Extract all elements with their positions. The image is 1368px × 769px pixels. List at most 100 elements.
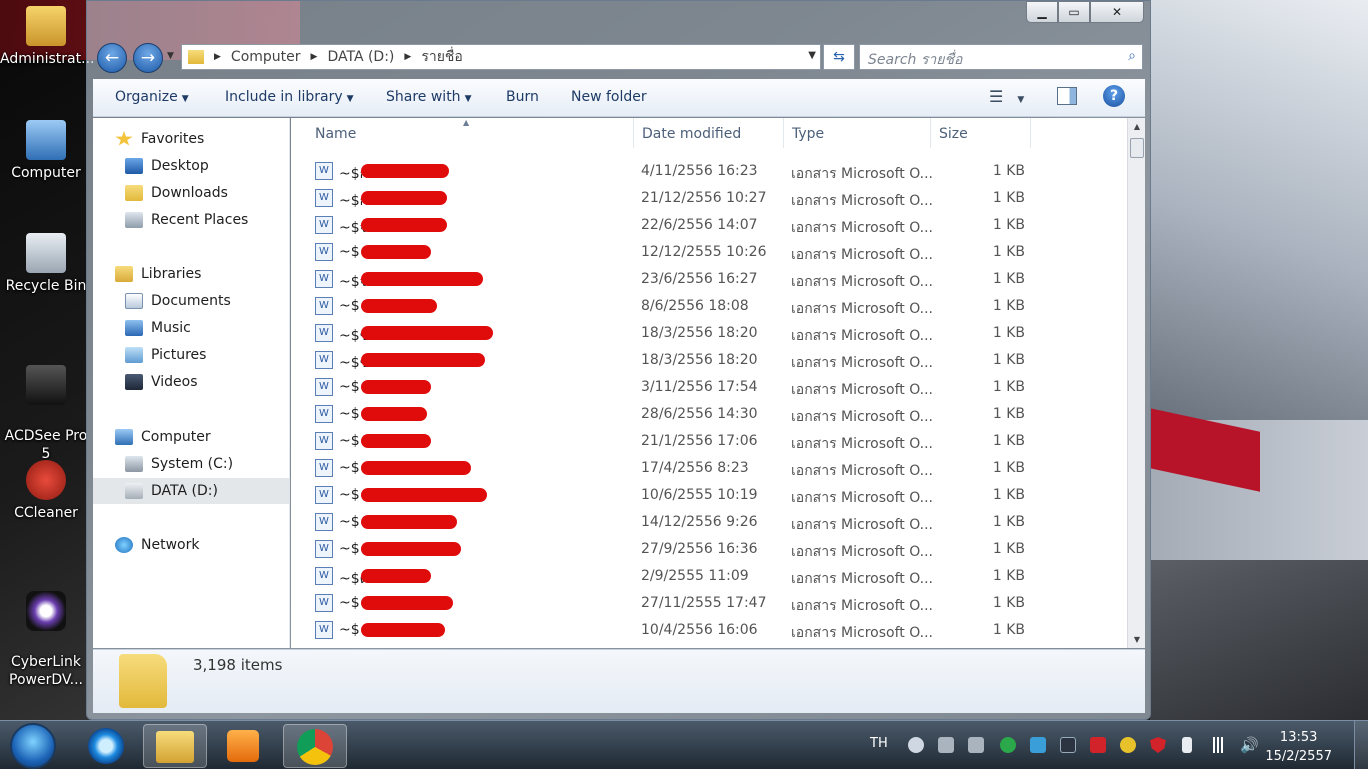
word-document-icon: W: [315, 270, 333, 288]
taskbar-media-player[interactable]: [211, 724, 275, 768]
desktop-icon-recycle-bin[interactable]: Recycle Bin: [0, 233, 92, 295]
file-name: ~$: [339, 460, 360, 476]
burn-button[interactable]: Burn: [506, 89, 539, 105]
organize-button[interactable]: Organize ▼: [115, 89, 189, 105]
file-row[interactable]: W ~$ 17/4/2556 8:23 เอกสาร Microsoft O... 1 …: [291, 455, 1127, 482]
file-row[interactable]: W ~$ 27/11/2555 17:47 เอกสาร Microsoft O...…: [291, 590, 1127, 617]
forward-button[interactable]: →: [133, 43, 163, 73]
nav-network[interactable]: Network: [115, 532, 311, 558]
word-document-icon: W: [315, 243, 333, 261]
taskbar-windows-explorer[interactable]: [143, 724, 207, 768]
volume-icon[interactable]: 🔊: [1240, 736, 1259, 754]
scroll-thumb[interactable]: [1130, 138, 1144, 158]
help-button[interactable]: ?: [1103, 85, 1125, 107]
file-row[interactable]: W ~$ต 2/9/2555 11:09 เอกสาร Microsoft O... 1…: [291, 563, 1127, 590]
address-bar[interactable]: ▶ Computer ▶ DATA (D:) ▶ รายชื่อ ▼: [181, 44, 821, 70]
clock[interactable]: 13:53 15/2/2557: [1265, 728, 1332, 766]
file-row[interactable]: W ~$ก 21/12/2556 10:27 เอกสาร Microsoft O..…: [291, 185, 1127, 212]
safely-remove-icon[interactable]: [938, 737, 954, 753]
vertical-scrollbar[interactable]: ▲ ▼: [1127, 118, 1145, 648]
sync-icon[interactable]: [1030, 737, 1046, 753]
battery-icon[interactable]: [1182, 737, 1192, 753]
file-row[interactable]: W ~$ 14/12/2556 9:26 เอกสาร Microsoft O... 1…: [291, 509, 1127, 536]
search-icon[interactable]: ⌕: [1128, 48, 1136, 64]
breadcrumb-current-folder[interactable]: รายชื่อ: [421, 46, 463, 68]
desktop-icon-acdsee[interactable]: ACDSee Pro 5: [0, 347, 92, 463]
preview-pane-button[interactable]: [1057, 87, 1077, 105]
file-row[interactable]: W ~$ก 4/11/2556 16:23 เอกสาร Microsoft O...…: [291, 158, 1127, 185]
desktop-icon-administrator[interactable]: Administrat...: [0, 6, 94, 68]
new-folder-button[interactable]: New folder: [571, 89, 647, 105]
file-row[interactable]: W ~$ 10/4/2556 16:06 เอกสาร Microsoft O... 1…: [291, 617, 1127, 644]
minimize-button[interactable]: ▁: [1026, 1, 1058, 23]
libraries-icon: [115, 266, 133, 282]
file-row[interactable]: W ~$ 3/11/2556 17:54 เอกสาร Microsoft O... 1…: [291, 374, 1127, 401]
file-row[interactable]: W ~$ 12/12/2555 10:26 เอกสาร Microsoft O...…: [291, 239, 1127, 266]
antivirus-icon[interactable]: [1000, 737, 1016, 753]
nav-libraries[interactable]: Libraries: [115, 261, 311, 287]
desktop-icon-computer[interactable]: Computer: [0, 120, 92, 182]
file-row[interactable]: W ~$ 21/1/2556 17:06 เอกสาร Microsoft O... 1…: [291, 428, 1127, 455]
start-button[interactable]: [10, 723, 56, 769]
file-row[interactable]: W ~$จ 22/6/2556 14:07 เอกสาร Microsoft O...…: [291, 212, 1127, 239]
search-input[interactable]: Search รายชื่อ ⌕: [859, 44, 1143, 70]
scroll-up-icon[interactable]: ▲: [1128, 122, 1146, 131]
file-row[interactable]: W ~$ 8/6/2556 18:08 เอกสาร Microsoft O... 1 …: [291, 293, 1127, 320]
signal-icon[interactable]: [1210, 737, 1226, 753]
address-dropdown-icon[interactable]: ▼: [808, 50, 816, 61]
refresh-button[interactable]: ⇆: [823, 44, 855, 70]
file-size: 1 KB: [992, 163, 1025, 179]
caret-down-icon: ▼: [1017, 95, 1025, 105]
show-desktop-button[interactable]: [1354, 721, 1368, 769]
file-date-modified: 3/11/2556 17:54: [641, 379, 758, 395]
file-date-modified: 17/4/2556 8:23: [641, 460, 749, 476]
column-header-date-modified[interactable]: Date modified: [634, 118, 784, 148]
file-type: เอกสาร Microsoft O...: [791, 382, 934, 398]
column-header-name[interactable]: Name ▲: [291, 118, 634, 148]
file-size: 1 KB: [992, 217, 1025, 233]
language-indicator[interactable]: TH: [870, 736, 888, 751]
disc-icon[interactable]: [1120, 737, 1136, 753]
file-name: ~$: [339, 298, 360, 314]
recent-pages-dropdown[interactable]: ▼: [167, 51, 174, 61]
file-row[interactable]: W ~$ 27/9/2556 16:36 เอกสาร Microsoft O... 1…: [291, 536, 1127, 563]
view-options-button[interactable]: ☰ ▼: [989, 87, 1024, 106]
file-row[interactable]: W ~$ช 18/3/2556 18:20 เอกสาร Microsoft O...…: [291, 347, 1127, 374]
breadcrumb-data-drive[interactable]: DATA (D:): [327, 49, 394, 65]
column-header-size[interactable]: Size: [931, 118, 1031, 148]
file-size: 1 KB: [992, 514, 1025, 530]
search-placeholder: Search รายชื่อ: [868, 52, 963, 68]
redaction-scribble: [361, 299, 437, 313]
include-in-library-button[interactable]: Include in library ▼: [225, 89, 354, 105]
caret-down-icon: ▼: [346, 94, 354, 104]
file-row[interactable]: W ~$ 10/6/2555 10:19 เอกสาร Microsoft O... 1…: [291, 482, 1127, 509]
recycle-bin-icon: [26, 233, 66, 273]
file-date-modified: 27/9/2556 16:36: [641, 541, 758, 557]
close-button[interactable]: ✕: [1090, 1, 1144, 23]
shield-icon[interactable]: [1150, 737, 1166, 753]
bluetooth-icon[interactable]: [908, 737, 924, 753]
file-row[interactable]: W ~$จ 23/6/2556 16:27 เอกสาร Microsoft O...…: [291, 266, 1127, 293]
nav-favorites[interactable]: Favorites: [115, 126, 311, 152]
nav-computer[interactable]: Computer: [115, 424, 311, 450]
caption-buttons: ▁ ▭ ✕: [1026, 1, 1144, 23]
back-button[interactable]: ←: [97, 43, 127, 73]
taskbar-chrome[interactable]: [283, 724, 347, 768]
breadcrumb-computer[interactable]: Computer: [231, 49, 301, 65]
file-row[interactable]: W ~$ 28/6/2556 14:30 เอกสาร Microsoft O... 1…: [291, 401, 1127, 428]
desktop-icon-cyberlink[interactable]: CyberLink PowerDV...: [0, 573, 92, 689]
item-count: 3,198 items: [193, 656, 283, 674]
nav-data-d[interactable]: DATA (D:): [93, 478, 289, 504]
scroll-down-icon[interactable]: ▼: [1128, 635, 1146, 644]
file-row[interactable]: W ~$ช 18/3/2556 18:20 เอกสาร Microsoft O...…: [291, 320, 1127, 347]
column-header-type[interactable]: Type: [784, 118, 931, 148]
taskbar-internet-explorer[interactable]: [74, 724, 138, 768]
maximize-button[interactable]: ▭: [1058, 1, 1090, 23]
usb-icon[interactable]: [968, 737, 984, 753]
security-icon[interactable]: [1090, 737, 1106, 753]
file-date-modified: 14/12/2556 9:26: [641, 514, 758, 530]
word-document-icon: W: [315, 459, 333, 477]
share-with-button[interactable]: Share with ▼: [386, 89, 471, 105]
desktop-icon-ccleaner[interactable]: CCleaner: [0, 460, 92, 522]
display-icon[interactable]: [1060, 737, 1076, 753]
